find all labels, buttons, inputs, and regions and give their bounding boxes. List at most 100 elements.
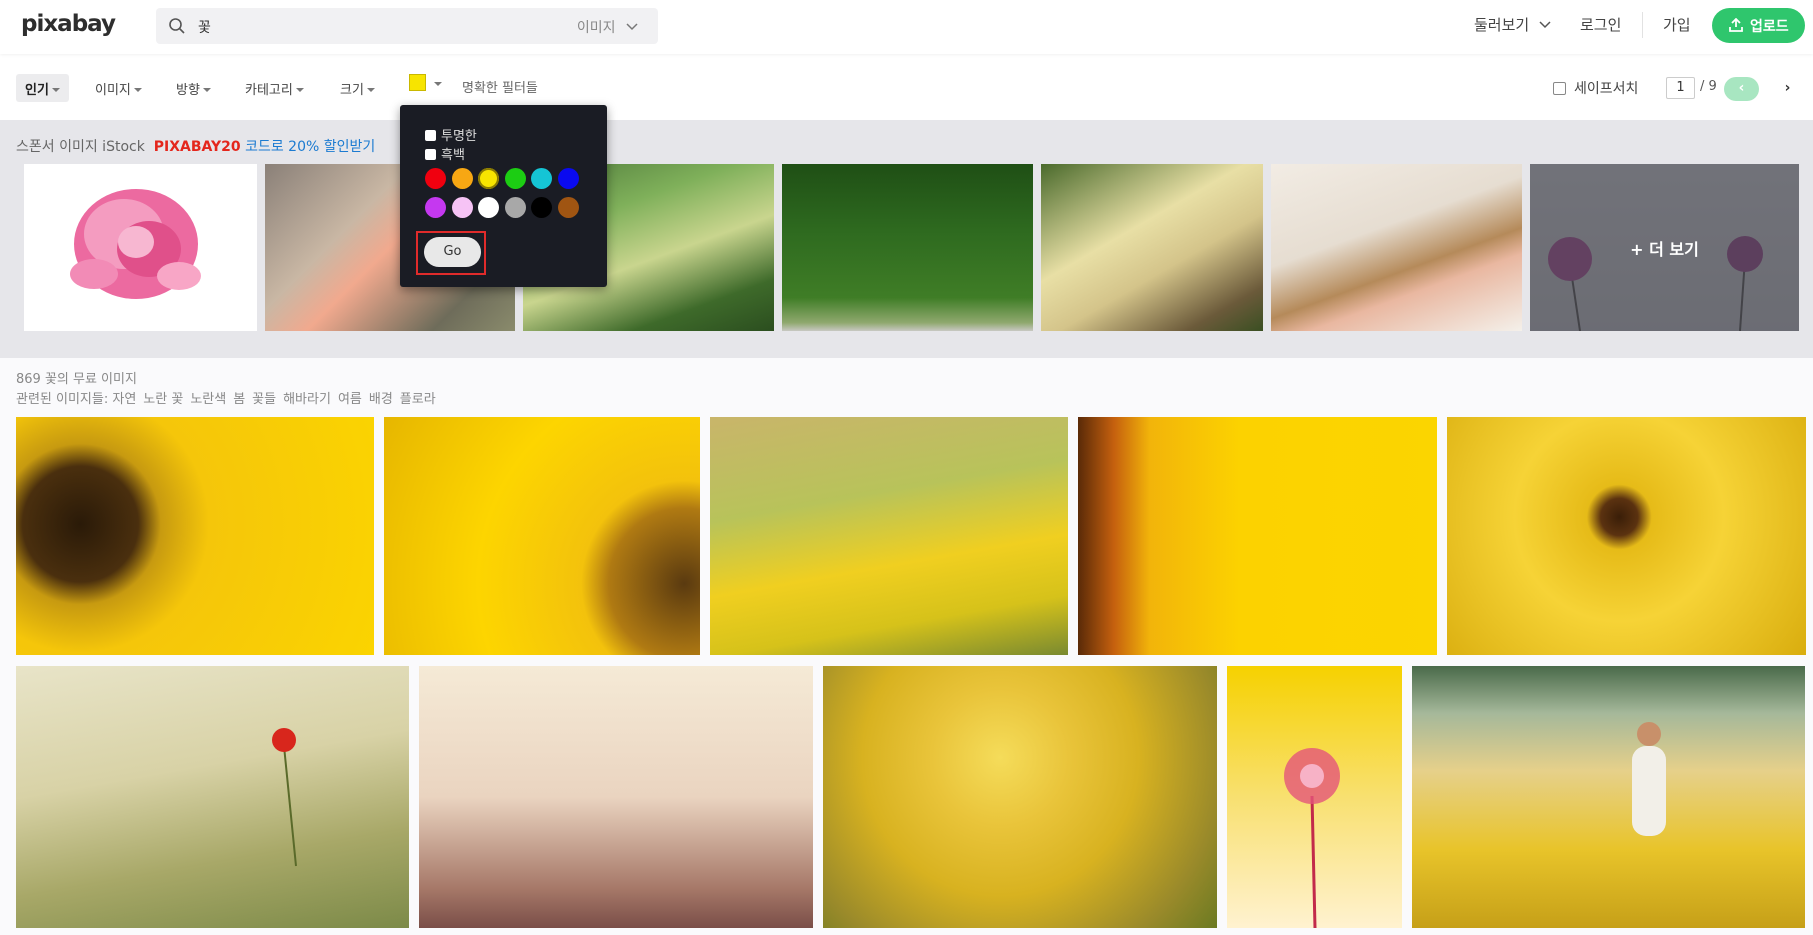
result-image-bee-flying[interactable] <box>1078 417 1437 655</box>
filter-popular[interactable]: 인기 <box>16 74 69 102</box>
color-swatch[interactable] <box>425 168 446 189</box>
poppy-image <box>272 728 297 867</box>
filter-image-type-label: 이미지 <box>95 83 131 98</box>
color-swatch[interactable] <box>425 197 446 218</box>
result-image-red-poppy-field[interactable] <box>16 666 409 928</box>
safesearch-toggle[interactable]: 세이프서치 <box>1553 78 1638 98</box>
color-swatch[interactable] <box>451 168 473 189</box>
upload-button[interactable]: 업로드 <box>1712 8 1805 43</box>
safesearch-label: 세이프서치 <box>1574 81 1639 97</box>
related-tag[interactable]: 노란색 <box>190 392 226 407</box>
explore-label: 둘러보기 <box>1474 16 1530 34</box>
top-header: pixabay 꽃 이미지 둘러보기 로그인 가입 업로드 <box>0 0 1813 54</box>
filter-popular-label: 인기 <box>25 83 49 98</box>
related-tag[interactable]: 배경 <box>369 392 393 407</box>
result-image-sunflower-bee[interactable] <box>384 417 700 655</box>
result-image-wildflower-silhouette[interactable] <box>419 666 813 928</box>
prev-page-button[interactable]: ‹ <box>1724 77 1759 101</box>
login-link[interactable]: 로그인 <box>1580 14 1621 35</box>
sponsored-section: 스폰서 이미지 iStock PIXABAY20 코드로 20% 할인받기 + … <box>0 120 1813 358</box>
sponsored-image-peony[interactable] <box>24 164 257 331</box>
safesearch-checkbox[interactable] <box>1553 82 1566 95</box>
result-image-woman-field[interactable] <box>1412 666 1805 928</box>
caret-down-icon <box>434 82 442 86</box>
related-tag[interactable]: 여름 <box>338 392 362 407</box>
caret-down-icon <box>133 88 142 92</box>
related-tag[interactable]: 플로라 <box>400 392 436 407</box>
color-swatch[interactable] <box>557 168 579 189</box>
search-type-dropdown[interactable]: 이미지 <box>577 17 638 37</box>
sponsored-image-more[interactable]: + 더 보기 <box>1530 164 1799 331</box>
related-tag[interactable]: 봄 <box>233 392 245 407</box>
color-swatch[interactable] <box>451 197 473 218</box>
chevron-down-icon <box>626 23 638 31</box>
color-filter-button[interactable] <box>409 74 426 91</box>
chevron-down-icon <box>1539 21 1551 29</box>
color-swatch[interactable] <box>557 197 579 218</box>
filter-orientation-label: 방향 <box>176 83 200 98</box>
results-count: 869 꽃의 무료 이미지 <box>16 372 137 387</box>
search-icon <box>169 18 185 34</box>
black-white-option[interactable]: 흑백 <box>425 144 465 163</box>
result-image-sunflower[interactable] <box>16 417 374 655</box>
color-swatch[interactable] <box>531 168 552 189</box>
clear-filters-link[interactable]: 명확한 필터들 <box>462 77 538 96</box>
black-white-label: 흑백 <box>441 148 465 163</box>
caret-down-icon <box>51 88 60 92</box>
related-tag[interactable]: 자연 <box>112 392 136 407</box>
page-total: / 9 <box>1700 79 1717 94</box>
go-button[interactable]: Go <box>424 237 481 267</box>
filter-size-label: 크기 <box>340 83 364 98</box>
woman-field-image <box>1632 722 1666 836</box>
related-tag[interactable]: 해바라기 <box>283 392 331 407</box>
sponsor-text: 스폰서 이미지 iStock PIXABAY20 코드로 20% 할인받기 <box>16 136 375 156</box>
transparent-checkbox[interactable] <box>425 130 436 141</box>
header-divider <box>1642 12 1643 38</box>
related-label: 관련된 이미지들: <box>16 392 109 407</box>
color-swatch[interactable] <box>531 197 552 218</box>
caret-down-icon <box>202 88 211 92</box>
related-tags: 관련된 이미지들: 자연 노란 꽃 노란색 봄 꽃들 해바라기 여름 배경 플로라 <box>16 388 443 407</box>
color-swatch[interactable] <box>504 168 526 189</box>
color-swatch[interactable] <box>504 197 526 218</box>
black-white-checkbox[interactable] <box>425 149 436 160</box>
result-image-yellow-daisy[interactable] <box>1447 417 1806 655</box>
page-number-input[interactable]: 1 <box>1666 77 1695 99</box>
next-page-button[interactable]: › <box>1770 77 1805 101</box>
color-swatch[interactable] <box>478 197 499 218</box>
sponsored-image-hedge[interactable] <box>782 164 1033 331</box>
color-filter-popup: 투명한 흑백 Go <box>400 105 607 287</box>
pixabay-logo[interactable]: pixabay <box>21 11 116 37</box>
related-tag[interactable]: 꽃들 <box>252 392 276 407</box>
sponsored-image-blossom[interactable] <box>1041 164 1263 331</box>
discount-link[interactable]: 코드로 20% 할인받기 <box>245 139 375 155</box>
filter-image-type[interactable]: 이미지 <box>86 74 151 102</box>
search-type-label: 이미지 <box>576 20 616 36</box>
chevron-right-icon: › <box>1784 80 1791 96</box>
upload-icon <box>1729 18 1743 32</box>
result-image-yellow-tulips[interactable] <box>823 666 1217 928</box>
signup-link[interactable]: 가입 <box>1663 14 1691 35</box>
result-image-bee-yellow-flowers[interactable] <box>710 417 1068 655</box>
result-image-pink-flower[interactable] <box>1227 666 1402 928</box>
see-more-overlay[interactable]: + 더 보기 <box>1530 164 1799 331</box>
upload-label: 업로드 <box>1750 19 1789 35</box>
search-input[interactable]: 꽃 <box>198 17 211 37</box>
transparent-label: 투명한 <box>441 129 477 144</box>
promo-code: PIXABAY20 <box>153 139 241 155</box>
pink-flower-image <box>1284 748 1340 928</box>
explore-menu[interactable]: 둘러보기 <box>1474 14 1551 35</box>
color-swatch[interactable] <box>478 168 499 189</box>
search-bar[interactable]: 꽃 이미지 <box>156 8 658 44</box>
filter-orientation[interactable]: 방향 <box>167 74 220 102</box>
sponsored-image-basket[interactable] <box>1271 164 1522 331</box>
filter-size[interactable]: 크기 <box>331 74 384 102</box>
related-tag[interactable]: 노란 꽃 <box>143 392 183 407</box>
sponsor-prefix: 스폰서 이미지 iStock <box>16 139 145 155</box>
filter-category[interactable]: 카테고리 <box>236 74 313 102</box>
caret-down-icon <box>295 88 304 92</box>
results-section: 869 꽃의 무료 이미지 관련된 이미지들: 자연 노란 꽃 노란색 봄 꽃들 해바라기… <box>0 358 1813 935</box>
caret-down-icon <box>366 88 375 92</box>
chevron-left-icon: ‹ <box>1738 80 1745 96</box>
transparent-option[interactable]: 투명한 <box>425 125 477 144</box>
